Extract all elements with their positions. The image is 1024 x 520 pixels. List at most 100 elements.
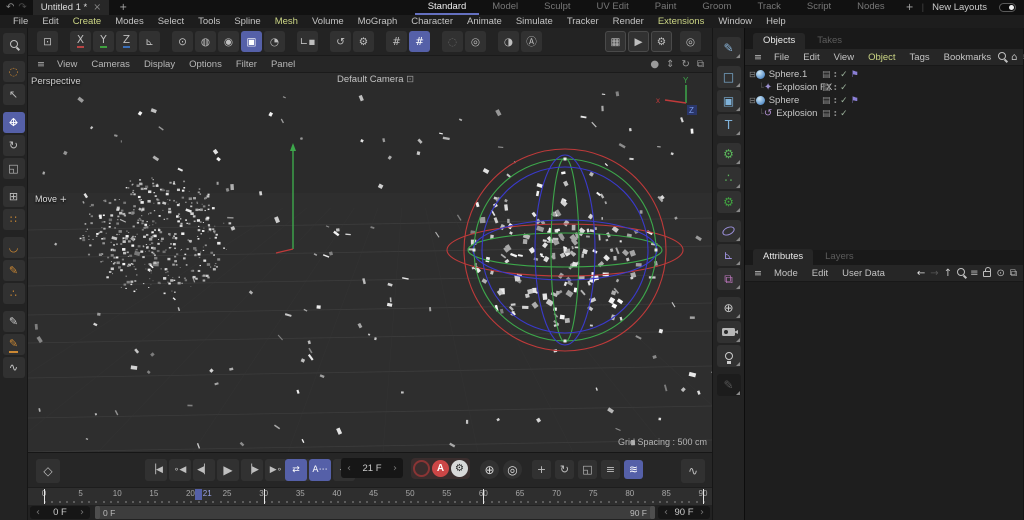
enabled-check-icon[interactable]: ✓ (840, 83, 848, 93)
undo-icon[interactable]: ↶ (6, 1, 14, 14)
menu-render[interactable]: Render (606, 16, 651, 27)
range-end-next-icon[interactable]: › (700, 507, 704, 518)
attribute-manager-hamburger-icon[interactable]: ≡ (749, 268, 767, 279)
range-end-field[interactable]: ‹ 90 F › (658, 506, 710, 519)
frame-next-icon[interactable]: › (393, 463, 397, 474)
timeline-marker-30[interactable] (264, 489, 265, 504)
kf-rotation-toggle[interactable]: ↻ (555, 460, 574, 479)
menu-filter[interactable]: Filter (229, 59, 264, 70)
current-frame-field[interactable]: ‹ 21 F › (341, 458, 403, 478)
tab-layers[interactable]: Layers (815, 249, 864, 265)
object-row-explosion[interactable]: └ ↺Explosion▤:✓ (745, 107, 1023, 120)
menu-mograph[interactable]: MoGraph (351, 16, 405, 27)
menu-tools[interactable]: Tools (191, 16, 227, 27)
volumes-icon[interactable]: ⧉ (717, 268, 741, 290)
menu-simulate[interactable]: Simulate (509, 16, 560, 27)
menu-tags[interactable]: Tags (903, 52, 937, 63)
menu-view[interactable]: View (827, 52, 861, 63)
loop-toggle[interactable]: ⇄ (285, 459, 307, 481)
object-manager-hamburger-icon[interactable]: ≡ (749, 52, 767, 63)
preview-range-bar[interactable]: 0 F 90 F (95, 506, 655, 519)
multi-transform-tool[interactable]: ∷ (3, 209, 25, 230)
simulation-brush-tool[interactable]: ◡ (3, 237, 25, 258)
search-icon[interactable] (998, 52, 1006, 63)
modeling-generators-icon[interactable]: ∴ (717, 167, 741, 189)
move-tool[interactable] (3, 112, 25, 133)
up-icon[interactable]: ↑ (944, 268, 952, 279)
snap-toggle-icon[interactable]: # (409, 31, 430, 52)
points-mode-icon[interactable]: ⊙ (172, 31, 193, 52)
menu-file[interactable]: File (767, 52, 796, 63)
tab-takes[interactable]: Takes (807, 33, 852, 49)
expander-icon[interactable]: ⊟ (749, 70, 756, 79)
menu-user-data[interactable]: User Data (835, 268, 892, 279)
search-tool[interactable] (3, 33, 25, 54)
primitive-objects-icon[interactable]: ▣ (717, 90, 741, 112)
interactive-render-region-icon[interactable]: ◎ (680, 31, 701, 52)
make-editable-icon[interactable]: ⊡ (37, 31, 58, 52)
add-layout-icon[interactable]: + (898, 2, 922, 13)
layout-tab-script[interactable]: Script (794, 0, 844, 15)
layout-toggle[interactable] (999, 3, 1016, 12)
play-button[interactable]: ▶ (217, 459, 239, 481)
viewport-scene[interactable]: YxZ (28, 73, 712, 452)
menu-file[interactable]: File (6, 16, 35, 27)
menu-window[interactable]: Window (711, 16, 759, 27)
menu-bookmarks[interactable]: Bookmarks (937, 52, 999, 63)
menu-view[interactable]: View (50, 59, 84, 70)
pen-square-tool[interactable]: ✎ (3, 260, 25, 281)
tablet-pen-icon[interactable]: ✎ (717, 374, 741, 396)
menu-spline[interactable]: Spline (227, 16, 267, 27)
measure-tool[interactable]: ✎ (3, 334, 25, 355)
frame-prev-icon[interactable]: ‹ (347, 463, 351, 474)
range-end-prev-icon[interactable]: ‹ (664, 507, 668, 518)
range-start-next-icon[interactable]: › (80, 507, 84, 518)
viewport[interactable]: Perspective Default Camera ⊡ Move + Grid… (28, 73, 712, 452)
enable-axis-icon[interactable]: ◎ (465, 31, 486, 52)
goto-start-button[interactable]: ▕◀ (145, 459, 167, 481)
layout-tab-groom[interactable]: Groom (689, 0, 744, 15)
record-keyframe-button[interactable] (413, 460, 430, 477)
menu-create[interactable]: Create (66, 16, 109, 27)
autokey-range-toggle[interactable]: A⋯ (309, 459, 331, 481)
tab-objects[interactable]: Objects (753, 33, 805, 49)
add-document-tab-icon[interactable]: + (109, 2, 137, 13)
menu-modes[interactable]: Modes (108, 16, 151, 27)
object-row-sphere[interactable]: ⊟ Sphere▤:✓⚑ (745, 94, 1023, 107)
kf-parameter-toggle[interactable]: ≡ (601, 460, 620, 479)
visibility-dots-icon[interactable]: : (834, 96, 838, 106)
quantize-icon[interactable]: # (386, 31, 407, 52)
visibility-dots-icon[interactable]: : (834, 70, 838, 80)
filter-icon[interactable]: ≡ (970, 268, 978, 279)
menu-mesh[interactable]: Mesh (268, 16, 305, 27)
axis-auto-icon[interactable]: Ⓐ (521, 31, 542, 52)
spline-pen-icon[interactable]: ✎ (717, 37, 741, 59)
layout-tab-uv-edit[interactable]: UV Edit (584, 0, 642, 15)
lock-icon[interactable] (983, 267, 991, 280)
spline-sketch-tool[interactable]: ∿ (3, 357, 25, 378)
next-frame-button[interactable]: ▕▶ (241, 459, 263, 481)
menu-mode[interactable]: Mode (767, 268, 805, 279)
deformers-icon[interactable]: ⚙ (717, 191, 741, 213)
menu-character[interactable]: Character (404, 16, 460, 27)
target-icon[interactable]: ⊙ (996, 268, 1004, 279)
layout-tab-sculpt[interactable]: Sculpt (531, 0, 583, 15)
menu-extensions[interactable]: Extensions (651, 16, 711, 27)
popout-icon[interactable]: ⧉ (1010, 268, 1017, 279)
layout-tab-nodes[interactable]: Nodes (844, 0, 897, 15)
render-flag-icon[interactable]: ⚑ (851, 70, 859, 80)
dolly-view-icon[interactable]: ⇕ (666, 59, 674, 70)
toggle-view-icon[interactable]: ⧉ (697, 59, 704, 70)
menu-tracker[interactable]: Tracker (560, 16, 606, 27)
menu-options[interactable]: Options (182, 59, 229, 70)
texture-mode-icon[interactable]: ◔ (264, 31, 285, 52)
rotate-tool[interactable]: ↻ (3, 135, 25, 156)
edges-mode-icon[interactable]: ◍ (195, 31, 216, 52)
menu-edit[interactable]: Edit (35, 16, 65, 27)
scale-tool[interactable]: ◱ (3, 158, 25, 179)
menu-cameras[interactable]: Cameras (84, 59, 137, 70)
polygons-mode-icon[interactable]: ◉ (218, 31, 239, 52)
document-tab[interactable]: Untitled 1 * × (33, 0, 109, 15)
spline-primitives-icon[interactable]: □ (717, 66, 741, 88)
timeline-marker-90[interactable] (703, 489, 704, 504)
